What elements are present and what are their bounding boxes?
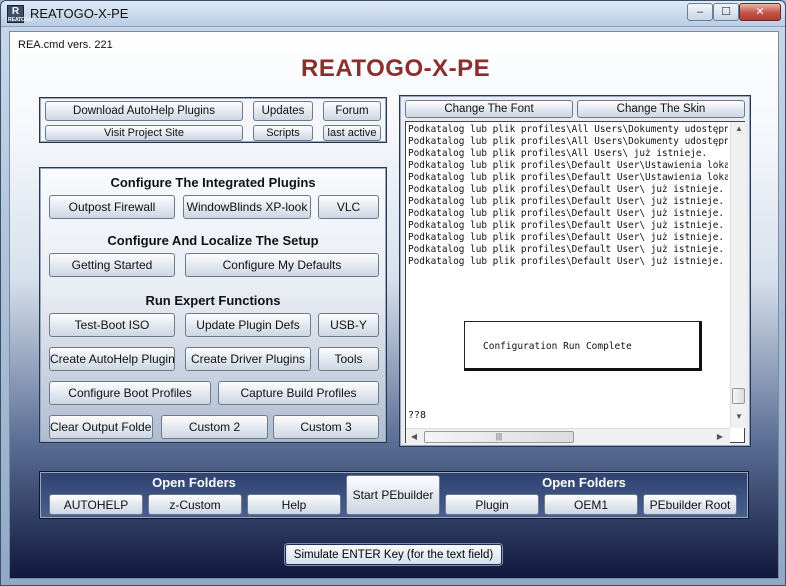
outpost-firewall-button[interactable]: Outpost Firewall [49, 195, 175, 219]
output-line: Podkatalog lub plik profiles\Default Use… [408, 160, 728, 171]
vertical-scrollbar[interactable]: ▲ ▼ [730, 122, 746, 428]
output-line: Podkatalog lub plik profiles\All Users\D… [408, 136, 728, 147]
horizontal-scrollbar[interactable]: ◀ ||| ▶ [406, 428, 730, 444]
change-font-button[interactable]: Change The Font [405, 100, 573, 118]
expert-heading: Run Expert Functions [145, 293, 281, 308]
vlc-button[interactable]: VLC [318, 195, 379, 219]
scroll-right-icon[interactable]: ▶ [712, 432, 728, 441]
output-line: Podkatalog lub plik profiles\Default Use… [408, 244, 725, 255]
page-title: REATOGO-X-PE [301, 55, 491, 82]
capture-build-button[interactable]: Capture Build Profiles [218, 381, 379, 405]
horizontal-scroll-thumb[interactable]: ||| [424, 431, 574, 443]
title-bar[interactable]: R REATOGO REATOGO-X-PE ‒ ☐ ✕ [1, 1, 785, 27]
scroll-left-icon[interactable]: ◀ [406, 432, 422, 441]
output-textarea[interactable]: Podkatalog lub plik profiles\All Users\D… [405, 121, 746, 444]
start-pebuilder-button[interactable]: Start PEbuilder [346, 475, 440, 515]
custom3-button[interactable]: Custom 3 [273, 415, 379, 439]
output-line: Podkatalog lub plik profiles\Default Use… [408, 220, 725, 231]
output-line: Podkatalog lub plik profiles\Default Use… [408, 172, 728, 183]
prompt-text: ??8 [408, 410, 427, 421]
plugins-heading: Configure The Integrated Plugins [110, 175, 316, 190]
window-title: REATOGO-X-PE [30, 6, 129, 21]
completion-message-box: Configuration Run Complete [464, 321, 702, 371]
app-logo-icon: R REATOGO [7, 5, 33, 23]
app-window: R REATOGO REATOGO-X-PE ‒ ☐ ✕ REA.cmd ver… [0, 0, 786, 586]
help-folder-button[interactable]: Help [247, 494, 341, 515]
output-line: Podkatalog lub plik profiles\All Users\ … [408, 148, 708, 159]
change-skin-button[interactable]: Change The Skin [577, 100, 745, 118]
scroll-up-icon[interactable]: ▲ [731, 124, 747, 133]
output-line: Podkatalog lub plik profiles\Default Use… [408, 256, 725, 267]
autohelp-folder-button[interactable]: AUTOHELP [49, 494, 143, 515]
output-lines: Podkatalog lub plik profiles\All Users\D… [408, 124, 728, 424]
updates-button[interactable]: Updates [253, 101, 313, 121]
open-folders-heading-right: Open Folders [542, 475, 626, 490]
minimize-button[interactable]: ‒ [687, 3, 713, 21]
oem1-folder-button[interactable]: OEM1 [544, 494, 638, 515]
vertical-scroll-thumb[interactable] [732, 388, 745, 404]
scroll-down-icon[interactable]: ▼ [731, 412, 747, 421]
output-line: Podkatalog lub plik profiles\Default Use… [408, 196, 725, 207]
clear-output-button[interactable]: Clear Output Folder [49, 415, 153, 439]
custom2-button[interactable]: Custom 2 [161, 415, 268, 439]
update-plugin-defs-button[interactable]: Update Plugin Defs [185, 313, 311, 337]
last-active-button[interactable]: last active [323, 125, 381, 141]
create-autohelp-button[interactable]: Create AutoHelp Plugins [49, 347, 175, 371]
setup-heading: Configure And Localize The Setup [107, 233, 319, 248]
plugin-folder-button[interactable]: Plugin [445, 494, 539, 515]
completion-message: Configuration Run Complete [483, 341, 632, 352]
getting-started-button[interactable]: Getting Started [49, 253, 175, 277]
app-logo-subtext: REATOGO [8, 17, 33, 23]
maximize-button[interactable]: ☐ [713, 3, 739, 21]
close-button[interactable]: ✕ [739, 3, 781, 21]
configure-boot-button[interactable]: Configure Boot Profiles [49, 381, 211, 405]
usb-y-button[interactable]: USB-Y [318, 313, 379, 337]
output-line: Podkatalog lub plik profiles\Default Use… [408, 208, 725, 219]
z-custom-folder-button[interactable]: z-Custom [148, 494, 242, 515]
version-label: REA.cmd vers. 221 [18, 39, 113, 51]
visit-project-button[interactable]: Visit Project Site [45, 125, 243, 141]
output-line: Podkatalog lub plik profiles\All Users\D… [408, 124, 728, 135]
app-logo-letter: R [11, 6, 20, 17]
scripts-button[interactable]: Scripts [253, 125, 313, 141]
test-boot-button[interactable]: Test-Boot ISO [49, 313, 175, 337]
windowblinds-button[interactable]: WindowBlinds XP-look [183, 195, 311, 219]
configure-defaults-button[interactable]: Configure My Defaults [185, 253, 379, 277]
pebuilder-root-button[interactable]: PEbuilder Root [643, 494, 737, 515]
download-autohelp-button[interactable]: Download AutoHelp Plugins [45, 101, 243, 121]
open-folders-heading-left: Open Folders [152, 475, 236, 490]
output-line: Podkatalog lub plik profiles\Default Use… [408, 232, 725, 243]
create-driver-button[interactable]: Create Driver Plugins [185, 347, 311, 371]
forum-button[interactable]: Forum [323, 101, 381, 121]
simulate-enter-button[interactable]: Simulate ENTER Key (for the text field) [285, 544, 502, 565]
output-line: Podkatalog lub plik profiles\Default Use… [408, 184, 725, 195]
tools-button[interactable]: Tools [318, 347, 379, 371]
